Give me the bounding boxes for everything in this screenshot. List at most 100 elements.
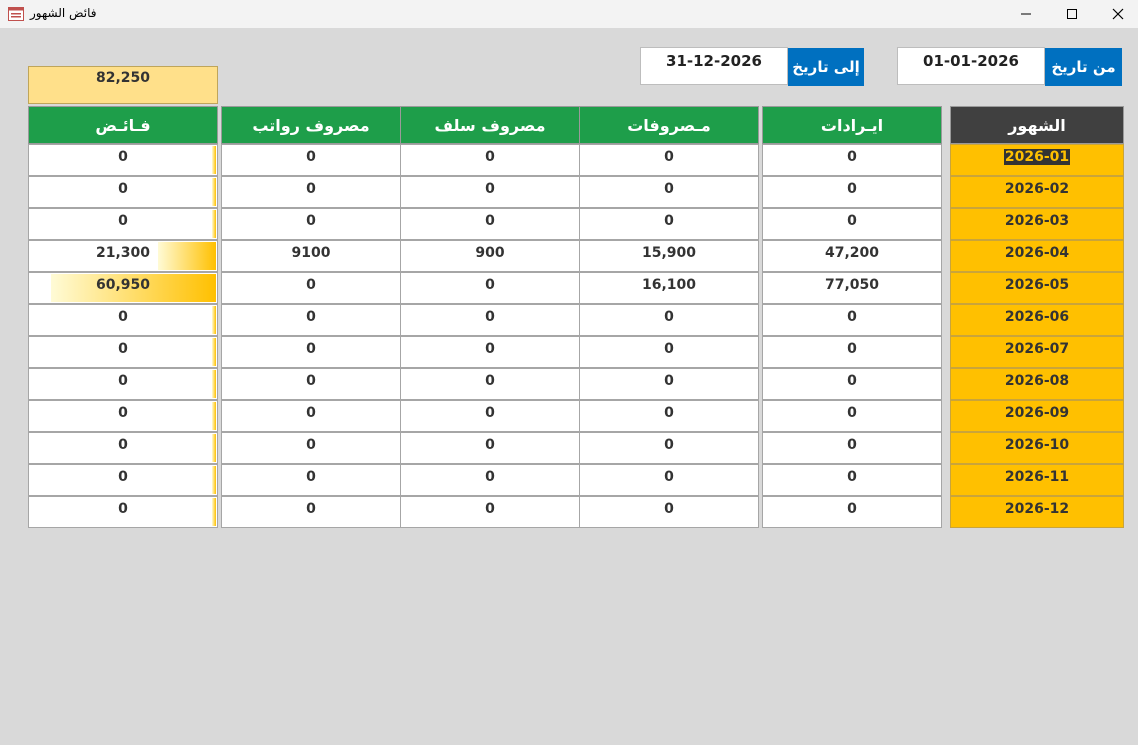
surplus-value: 0 <box>118 149 128 165</box>
salaries-cell: 0 <box>221 176 401 208</box>
surplus-value: 0 <box>118 373 128 389</box>
revenue-cell: 0 <box>762 144 942 176</box>
expenses-cell: 16,100 <box>579 272 759 304</box>
surplus-value: 21,300 <box>95 245 151 261</box>
salaries-cell: 0 <box>221 400 401 432</box>
header-month: الشهور <box>950 106 1124 144</box>
surplus-cell: 0 <box>28 176 218 208</box>
salaries-cell: 0 <box>221 432 401 464</box>
surplus-cell: 0 <box>28 464 218 496</box>
surplus-bar <box>158 242 216 270</box>
header-salaries: مصروف رواتب <box>221 106 401 144</box>
to-date-label: إلى تاريخ <box>788 48 864 86</box>
surplus-cell: 0 <box>28 304 218 336</box>
maximize-button[interactable] <box>1049 0 1095 28</box>
surplus-bar <box>212 402 216 430</box>
surplus-cell: 0 <box>28 432 218 464</box>
expenses-cell: 0 <box>579 176 759 208</box>
advances-cell: 0 <box>400 432 580 464</box>
expenses-cell: 0 <box>579 464 759 496</box>
salaries-cell: 0 <box>221 208 401 240</box>
close-icon <box>1112 8 1124 20</box>
surplus-bar <box>212 338 216 366</box>
maximize-icon <box>1067 9 1077 19</box>
month-cell[interactable]: 2026-10 <box>950 432 1124 464</box>
salaries-cell: 0 <box>221 464 401 496</box>
revenue-cell: 47,200 <box>762 240 942 272</box>
close-button[interactable] <box>1095 0 1138 28</box>
month-cell[interactable]: 2026-02 <box>950 176 1124 208</box>
revenue-cell: 0 <box>762 208 942 240</box>
surplus-bar <box>212 210 216 238</box>
revenue-cell: 77,050 <box>762 272 942 304</box>
surplus-cell: 0 <box>28 144 218 176</box>
month-cell[interactable]: 2026-03 <box>950 208 1124 240</box>
total-surplus: 82,250 <box>28 66 218 104</box>
to-date-input[interactable]: 31-12-2026 <box>640 47 788 85</box>
advances-cell: 0 <box>400 400 580 432</box>
month-cell[interactable]: 2026-08 <box>950 368 1124 400</box>
header-revenue: ايـرادات <box>762 106 942 144</box>
salaries-cell: 0 <box>221 304 401 336</box>
month-value-selected[interactable]: 2026-01 <box>1003 149 1071 165</box>
revenue-cell: 0 <box>762 496 942 528</box>
header-advances: مصروف سلف <box>400 106 580 144</box>
surplus-bar <box>212 466 216 494</box>
expenses-cell: 0 <box>579 336 759 368</box>
month-cell[interactable]: 2026-01 <box>950 144 1124 176</box>
surplus-cell: 0 <box>28 208 218 240</box>
surplus-cell: 60,950 <box>28 272 218 304</box>
surplus-value: 0 <box>118 309 128 325</box>
advances-cell: 0 <box>400 336 580 368</box>
form-icon <box>8 6 24 21</box>
surplus-cell: 0 <box>28 496 218 528</box>
surplus-value: 0 <box>118 405 128 421</box>
expenses-cell: 0 <box>579 368 759 400</box>
expenses-cell: 0 <box>579 208 759 240</box>
revenue-cell: 0 <box>762 176 942 208</box>
surplus-value: 0 <box>118 501 128 517</box>
advances-cell: 0 <box>400 272 580 304</box>
month-cell[interactable]: 2026-06 <box>950 304 1124 336</box>
surplus-value: 0 <box>118 437 128 453</box>
month-cell[interactable]: 2026-11 <box>950 464 1124 496</box>
minimize-button[interactable] <box>1003 0 1049 28</box>
from-date-input[interactable]: 01-01-2026 <box>897 47 1045 85</box>
minimize-icon <box>1021 13 1031 15</box>
surplus-value: 0 <box>118 213 128 229</box>
revenue-cell: 0 <box>762 336 942 368</box>
surplus-bar <box>212 370 216 398</box>
expenses-cell: 0 <box>579 304 759 336</box>
salaries-cell: 9100 <box>221 240 401 272</box>
salaries-cell: 0 <box>221 144 401 176</box>
from-date-label: من تاريخ <box>1045 48 1122 86</box>
surplus-value: 0 <box>118 181 128 197</box>
revenue-cell: 0 <box>762 464 942 496</box>
month-cell[interactable]: 2026-09 <box>950 400 1124 432</box>
revenue-cell: 0 <box>762 432 942 464</box>
header-surplus: فـائـض <box>28 106 218 144</box>
revenue-cell: 0 <box>762 368 942 400</box>
expenses-cell: 0 <box>579 144 759 176</box>
advances-cell: 0 <box>400 464 580 496</box>
surplus-cell: 21,300 <box>28 240 218 272</box>
salaries-cell: 0 <box>221 272 401 304</box>
advances-cell: 0 <box>400 496 580 528</box>
surplus-bar <box>212 178 216 206</box>
expenses-cell: 0 <box>579 432 759 464</box>
surplus-bar <box>212 306 216 334</box>
surplus-value: 0 <box>118 469 128 485</box>
header-expenses: مـصروفات <box>579 106 759 144</box>
month-cell[interactable]: 2026-12 <box>950 496 1124 528</box>
title-bar: فائض الشهور <box>0 0 1138 28</box>
month-cell[interactable]: 2026-04 <box>950 240 1124 272</box>
revenue-cell: 0 <box>762 400 942 432</box>
salaries-cell: 0 <box>221 496 401 528</box>
advances-cell: 0 <box>400 176 580 208</box>
surplus-bar <box>212 146 216 174</box>
month-cell[interactable]: 2026-07 <box>950 336 1124 368</box>
surplus-cell: 0 <box>28 368 218 400</box>
month-cell[interactable]: 2026-05 <box>950 272 1124 304</box>
surplus-value: 60,950 <box>95 277 151 293</box>
surplus-cell: 0 <box>28 336 218 368</box>
